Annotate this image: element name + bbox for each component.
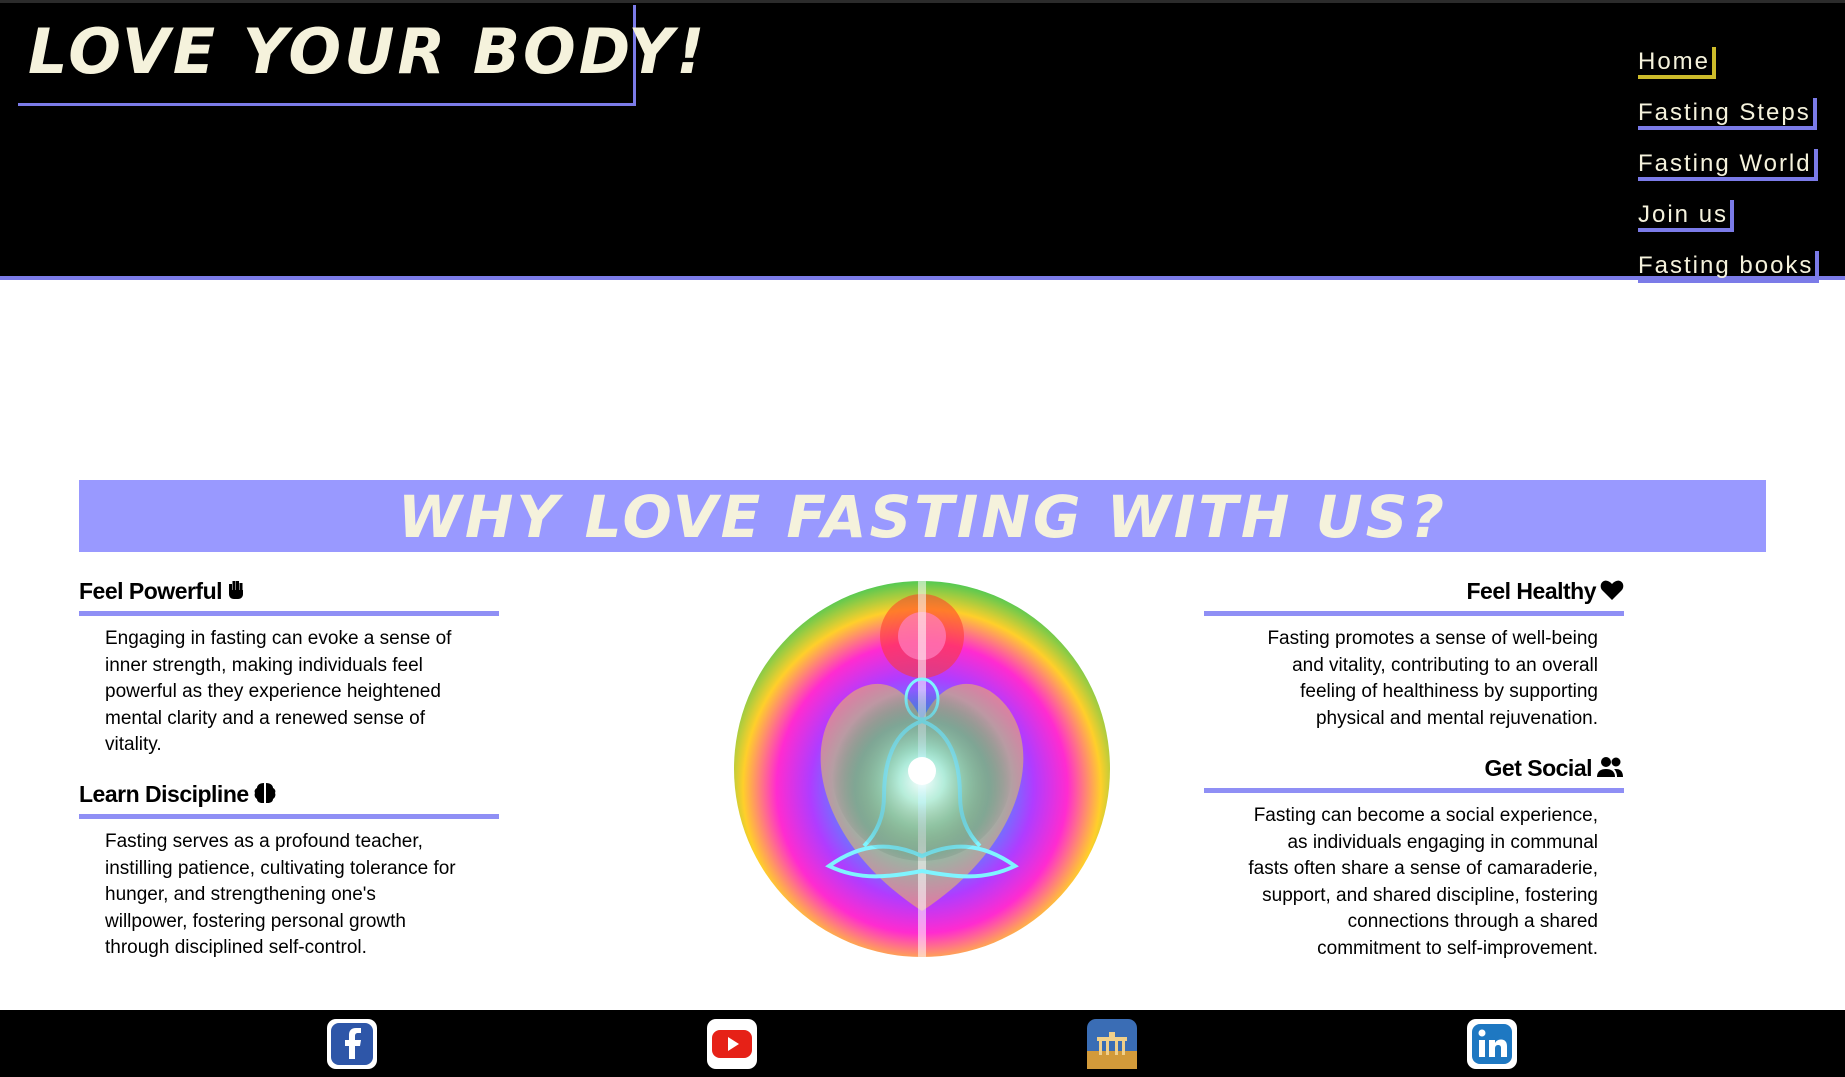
site-header: LOVE YOUR BODY! Home Fasting Steps Fasti… <box>0 3 1845 283</box>
nav-fasting-books[interactable]: Fasting books <box>1638 251 1820 283</box>
section-banner: WHY LOVE FASTING WITH US? <box>79 480 1766 552</box>
feature-heading-text: Feel Powerful <box>79 578 223 604</box>
feature-heading-text: Get Social <box>1484 755 1593 781</box>
feature-learn-discipline: Learn Discipline Fasting serves as a pro… <box>79 780 499 962</box>
logo-text: LOVE YOUR BODY! <box>28 15 708 88</box>
meditating-aura-image <box>734 581 1110 957</box>
feature-text: Fasting can become a social experience, … <box>1248 805 1598 959</box>
feature-heading: Feel Powerful <box>79 577 499 616</box>
user-group-icon <box>1596 756 1624 784</box>
nav-fasting-steps[interactable]: Fasting Steps <box>1638 98 1817 130</box>
raised-fist-icon <box>226 578 246 608</box>
site-footer <box>0 1010 1845 1077</box>
brandenburg-gate-icon[interactable] <box>1087 1019 1137 1069</box>
feature-heading-text: Learn Discipline <box>79 781 249 807</box>
feature-get-social: Get Social Fasting can become a social e… <box>1204 754 1624 962</box>
logo[interactable]: LOVE YOUR BODY! <box>18 5 705 106</box>
facebook-icon[interactable] <box>327 1019 377 1069</box>
feature-text: Fasting promotes a sense of well-being a… <box>1267 628 1598 729</box>
feature-text: Engaging in fasting can evoke a sense of… <box>105 628 452 755</box>
heart-icon <box>1600 579 1624 607</box>
feature-heading: Feel Healthy <box>1204 577 1624 616</box>
feature-heading-text: Feel Healthy <box>1466 578 1597 604</box>
section-title: WHY LOVE FASTING WITH US? <box>397 483 1448 551</box>
feature-feel-powerful: Feel Powerful Engaging in fasting can ev… <box>79 577 499 759</box>
feature-text: Fasting serves as a profound teacher, in… <box>105 831 456 958</box>
linkedin-icon[interactable] <box>1467 1019 1517 1069</box>
feature-feel-healthy: Feel Healthy Fasting promotes a sense of… <box>1204 577 1624 732</box>
feature-heading: Learn Discipline <box>79 780 499 819</box>
nav-home[interactable]: Home <box>1638 47 1717 79</box>
brain-icon <box>253 781 277 811</box>
main-nav: Home Fasting Steps Fasting World Join us… <box>1638 47 1838 302</box>
feature-heading: Get Social <box>1204 754 1624 793</box>
nav-join-us[interactable]: Join us <box>1638 200 1735 232</box>
youtube-icon[interactable] <box>707 1019 757 1069</box>
nav-fasting-world[interactable]: Fasting World <box>1638 149 1818 181</box>
